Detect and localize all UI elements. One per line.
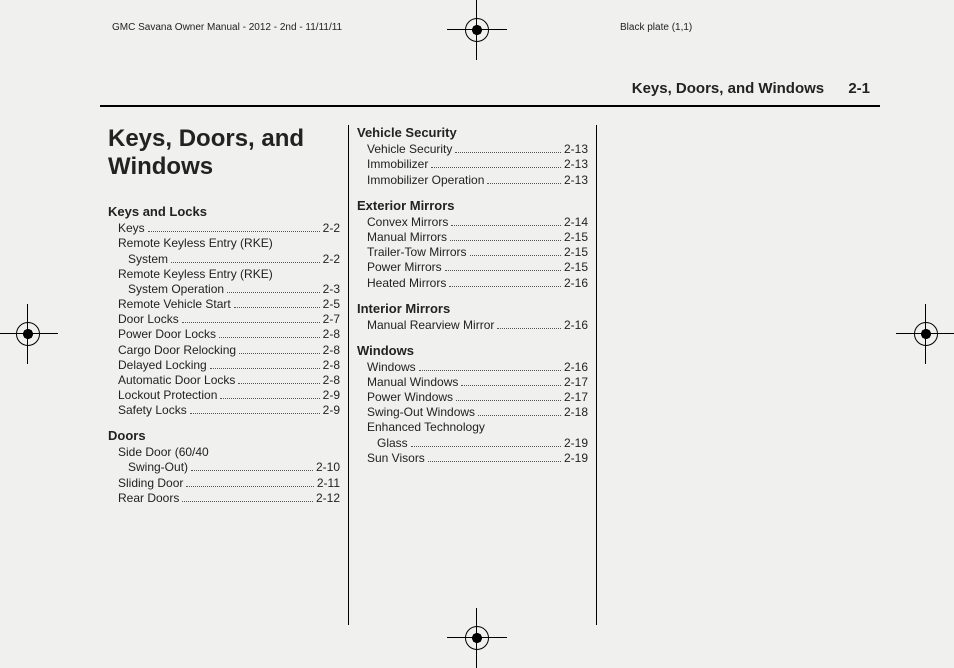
toc-item: Side Door (60/40 (108, 445, 340, 460)
toc-item: Automatic Door Locks2-8 (108, 373, 340, 388)
section-interior-mirrors: Interior Mirrors (357, 301, 588, 316)
toc-item: Glass2-19 (357, 435, 588, 450)
toc-item: Remote Vehicle Start2-5 (108, 297, 340, 312)
column-1: Keys, Doors, and Windows Keys and Locks … (100, 125, 348, 625)
toc-item: Rear Doors2-12 (108, 491, 340, 506)
section-windows: Windows (357, 343, 588, 358)
section-vehicle-security: Vehicle Security (357, 125, 588, 140)
running-head-title: Keys, Doors, and Windows (632, 80, 824, 97)
section-keys-and-locks: Keys and Locks (108, 204, 340, 219)
toc-item: Sliding Door2-11 (108, 475, 340, 490)
toc-item: Immobilizer2-13 (357, 157, 588, 172)
section-exterior-mirrors: Exterior Mirrors (357, 198, 588, 213)
toc-item: Swing-Out Windows2-18 (357, 405, 588, 420)
toc-item: Power Mirrors2-15 (357, 260, 588, 275)
toc-item: Safety Locks2-9 (108, 403, 340, 418)
toc-item: Door Locks2-7 (108, 312, 340, 327)
section-doors: Doors (108, 428, 340, 443)
toc-item: Heated Mirrors2-16 (357, 275, 588, 290)
toc-item: System2-2 (108, 251, 340, 266)
toc-item: Manual Mirrors2-15 (357, 230, 588, 245)
toc-item: Power Door Locks2-8 (108, 327, 340, 342)
toc-item: Lockout Protection2-9 (108, 388, 340, 403)
reg-mark-right (896, 304, 954, 364)
toc-item: Sun Visors2-19 (357, 451, 588, 466)
toc-item: Delayed Locking2-8 (108, 358, 340, 373)
running-head: Keys, Doors, and Windows 2-1 (100, 80, 880, 103)
toc-item: Remote Keyless Entry (RKE) (108, 267, 340, 282)
column-2: Vehicle Security Vehicle Security2-13 Im… (348, 125, 596, 625)
toc-item: Trailer-Tow Mirrors2-15 (357, 245, 588, 260)
toc-item: Keys2-2 (108, 221, 340, 236)
toc-item: Remote Keyless Entry (RKE) (108, 236, 340, 251)
toc-item: Power Windows2-17 (357, 390, 588, 405)
toc-item: Manual Windows2-17 (357, 375, 588, 390)
toc-item: Vehicle Security2-13 (357, 142, 588, 157)
toc-item: Swing-Out)2-10 (108, 460, 340, 475)
running-head-page: 2-1 (848, 80, 870, 97)
rule-top (100, 105, 880, 107)
toc-item: Convex Mirrors2-14 (357, 215, 588, 230)
toc-item: Windows2-16 (357, 360, 588, 375)
toc-item: Cargo Door Relocking2-8 (108, 342, 340, 357)
chapter-title: Keys, Doors, and Windows (108, 125, 340, 180)
page-content: Keys, Doors, and Windows 2-1 Keys, Doors… (100, 80, 880, 618)
toc-item: Manual Rearview Mirror2-16 (357, 318, 588, 333)
plate-id: Black plate (1,1) (620, 22, 692, 33)
toc-item: System Operation2-3 (108, 282, 340, 297)
column-3 (596, 125, 844, 625)
doc-id: GMC Savana Owner Manual - 2012 - 2nd - 1… (112, 22, 342, 33)
toc-item: Immobilizer Operation2-13 (357, 172, 588, 187)
reg-mark-left (0, 304, 58, 364)
printer-header: GMC Savana Owner Manual - 2012 - 2nd - 1… (100, 22, 854, 36)
toc-item: Enhanced Technology (357, 420, 588, 435)
